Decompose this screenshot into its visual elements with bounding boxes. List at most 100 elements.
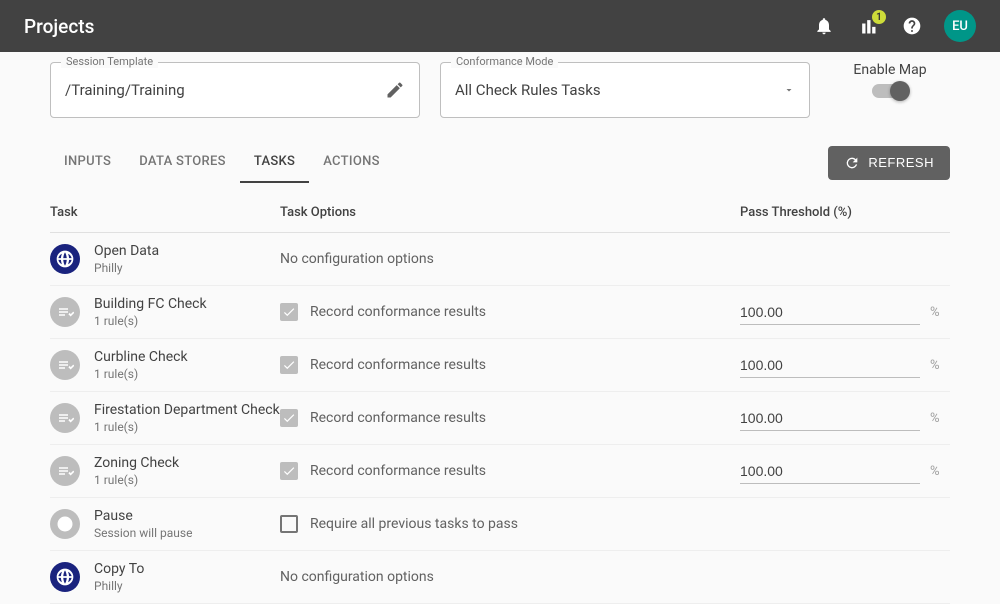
task-title: Curbline Check [94,349,280,365]
task-title: Open Data [94,243,280,259]
task-titles: Open Data Philly [94,243,280,275]
threshold-cell: % [740,406,950,431]
task-options: No configuration options [280,251,740,267]
record-conformance-checkbox[interactable] [280,462,298,480]
no-config-text: No configuration options [280,569,434,585]
conformance-mode-field[interactable]: Conformance Mode All Check Rules Tasks [440,62,810,118]
record-conformance-label: Record conformance results [310,304,486,320]
tab-tasks[interactable]: TASKS [240,142,309,183]
task-options: No configuration options [280,569,740,585]
threshold-suffix: % [930,411,940,426]
task-row: Building FC Check 1 rule(s) Record conform… [50,286,950,339]
session-template-value: /Training/Training [65,81,385,99]
record-conformance-label: Record conformance results [310,410,486,426]
threshold-suffix: % [930,464,940,479]
task-subtitle: 1 rule(s) [94,367,280,381]
threshold-cell: % [740,459,950,484]
record-conformance-label: Record conformance results [310,463,486,479]
record-conformance-checkbox[interactable] [280,303,298,321]
task-rows: Open DataPhillyNo configuration optionsB… [50,233,950,604]
task-titles: Zoning Check 1 rule(s) [94,455,280,487]
task-subtitle: Philly [94,261,280,275]
edit-icon[interactable] [385,80,405,100]
task-row: Zoning Check 1 rule(s) Record conformance … [50,445,950,498]
page-title: Projects [24,15,812,38]
notifications-icon[interactable] [812,14,836,38]
globe-icon [50,244,80,274]
task-subtitle: 1 rule(s) [94,420,280,434]
task-options: Require all previous tasks to pass [280,515,740,533]
check-icon [50,456,80,486]
threshold-input[interactable] [740,353,920,378]
task-title: Copy To [94,561,280,577]
enable-map-toggle[interactable] [872,84,908,98]
task-title: Zoning Check [94,455,280,471]
task-title: Firestation Department Check [94,402,280,418]
task-options: Record conformance results [280,356,740,374]
conformance-mode-value: All Check Rules Tasks [455,81,783,99]
tab-data-stores[interactable]: DATA STORES [125,142,240,183]
task-titles: Pause Session will pause [94,508,280,540]
tab-actions[interactable]: ACTIONS [309,142,394,183]
task-titles: Building FC Check 1 rule(s) [94,296,280,328]
clock-icon [50,509,80,539]
chevron-down-icon[interactable] [783,84,795,96]
table-header: Task Task Options Pass Threshold (%) [50,191,950,233]
conformance-mode-label: Conformance Mode [451,55,558,68]
task-row: Curbline Check 1 rule(s) Record conformanc… [50,339,950,392]
task-options: Record conformance results [280,462,740,480]
tabs-row: INPUTS DATA STORES TASKS ACTIONS REFRESH [50,142,950,183]
threshold-input[interactable] [740,459,920,484]
record-conformance-checkbox[interactable] [280,409,298,427]
refresh-icon [844,155,860,171]
task-subtitle: Session will pause [94,526,280,540]
task-titles: Firestation Department Check 1 rule(s) [94,402,280,434]
col-threshold-header: Pass Threshold (%) [740,205,950,220]
globe-icon [50,562,80,592]
task-title: Pause [94,508,280,524]
task-row: Pause Session will pause Require all previ… [50,498,950,551]
session-template-field[interactable]: Session Template /Training/Training [50,62,420,118]
task-options: Record conformance results [280,409,740,427]
check-icon [50,297,80,327]
refresh-button[interactable]: REFRESH [828,146,950,180]
threshold-suffix: % [930,305,940,320]
task-subtitle: 1 rule(s) [94,473,280,487]
task-subtitle: Philly [94,579,280,593]
threshold-input[interactable] [740,406,920,431]
task-row: Open Data PhillyNo configuration options [50,233,950,286]
task-subtitle: 1 rule(s) [94,314,280,328]
content: Session Template /Training/Training Conf… [0,52,1000,604]
threshold-suffix: % [930,358,940,373]
chart-icon[interactable]: 1 [856,14,880,38]
tabs: INPUTS DATA STORES TASKS ACTIONS [50,142,394,183]
check-icon [50,350,80,380]
require-previous-label: Require all previous tasks to pass [310,516,518,532]
switch-thumb [890,81,910,101]
threshold-cell: % [740,353,950,378]
config-row: Session Template /Training/Training Conf… [50,62,950,118]
refresh-label: REFRESH [868,155,934,170]
check-icon [50,403,80,433]
tab-inputs[interactable]: INPUTS [50,142,125,183]
record-conformance-label: Record conformance results [310,357,486,373]
record-conformance-checkbox[interactable] [280,356,298,374]
task-titles: Curbline Check 1 rule(s) [94,349,280,381]
require-previous-checkbox[interactable] [280,515,298,533]
app-header: Projects 1 EU [0,0,1000,52]
task-row: Copy To PhillyNo configuration options [50,551,950,604]
help-icon[interactable] [900,14,924,38]
threshold-input[interactable] [740,300,920,325]
chart-badge: 1 [872,10,886,24]
task-titles: Copy To Philly [94,561,280,593]
enable-map-control: Enable Map [830,62,950,98]
col-options-header: Task Options [280,205,740,220]
session-template-label: Session Template [61,55,158,68]
task-title: Building FC Check [94,296,280,312]
avatar[interactable]: EU [944,10,976,42]
header-icons: 1 EU [812,10,976,42]
col-task-header: Task [50,205,280,220]
enable-map-label: Enable Map [830,62,950,78]
task-row: Firestation Department Check 1 rule(s) Rec… [50,392,950,445]
task-options: Record conformance results [280,303,740,321]
